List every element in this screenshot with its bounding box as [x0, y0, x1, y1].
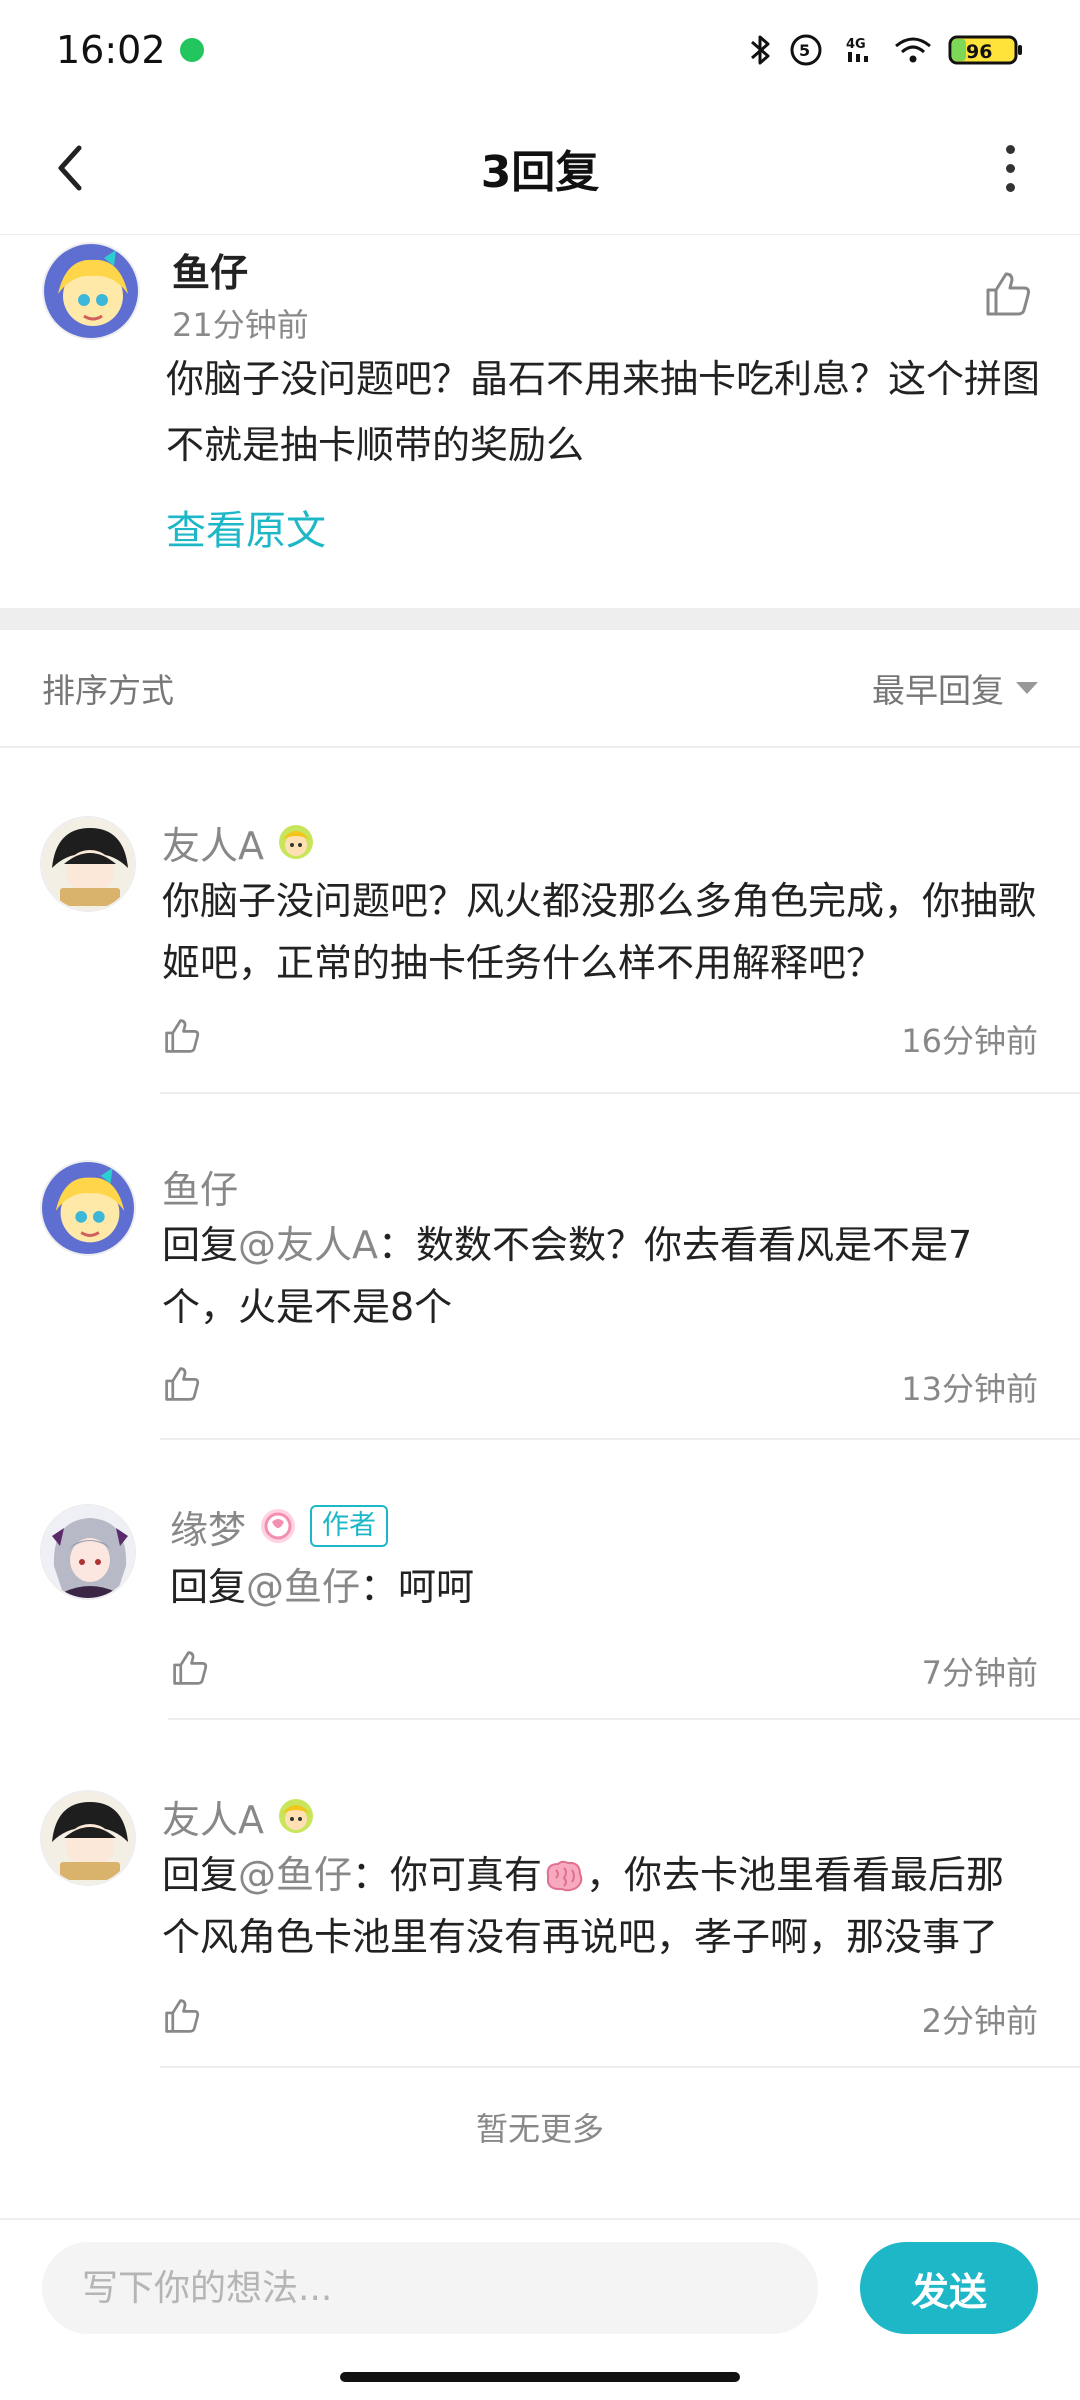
avatar[interactable] [40, 1160, 136, 1256]
reply-divider [168, 1718, 1080, 1720]
comment-timestamp: 21分钟前 [172, 306, 309, 344]
clock-text: 16:02 [56, 28, 166, 72]
more-dot-icon [1005, 182, 1015, 192]
reply-username[interactable]: 友人A [162, 816, 316, 868]
status-icons: 5 4G 96 [748, 32, 1024, 68]
avatar[interactable] [40, 1790, 136, 1886]
level-badge-icon [261, 1509, 296, 1543]
sort-selected-value: 最早回复 [872, 671, 1004, 710]
thumbs-up-icon [986, 272, 1030, 316]
mention-link[interactable]: @鱼仔 [238, 1853, 352, 1897]
chevron-left-icon [58, 145, 82, 191]
sort-row: 排序方式 最早回复 [0, 630, 1080, 748]
svg-text:4G: 4G [846, 37, 866, 52]
thumbs-up-icon [165, 1019, 200, 1053]
reply-item: 缘梦 作者 回复@鱼仔：呵呵 7分钟前 [0, 1500, 1080, 1720]
like-button[interactable] [162, 1996, 202, 2036]
status-bar: 16:02 5 4G 96 [0, 0, 1080, 100]
notification-dot-icon [179, 38, 204, 62]
avatar[interactable] [40, 1504, 136, 1600]
reply-username[interactable]: 友人A [162, 1790, 316, 1842]
nav-divider [0, 234, 1080, 235]
reply-item: 友人A 回复@鱼仔：你可真有 ，你去卡池里看看最后那个风角色卡池里有没有再说吧，孝… [0, 1790, 1080, 2070]
avatar[interactable] [40, 816, 136, 912]
cartoon-badge-icon [279, 1799, 313, 1833]
battery-level: 96 [966, 41, 992, 63]
brain-emoji-icon [546, 1860, 583, 1892]
like-button[interactable] [162, 1364, 202, 1404]
reply-prefix: 回复 [170, 1565, 247, 1609]
battery-icon: 96 [948, 35, 1022, 65]
signal-4g-icon: 4G [846, 37, 868, 62]
reply-item: 鱼仔 回复@友人A：数数不会数？你去看看风是不是7个，火是不是8个 13分钟前 [0, 1160, 1080, 1450]
reply-divider [160, 2066, 1080, 2068]
sort-dropdown[interactable]: 最早回复 [872, 664, 1038, 712]
home-indicator[interactable] [340, 2372, 740, 2382]
more-menu-button[interactable] [980, 138, 1040, 198]
comment-username[interactable]: 鱼仔 [172, 242, 248, 297]
reply-timestamp: 7分钟前 [921, 1654, 1038, 1692]
original-comment: 鱼仔 21分钟前 你脑子没问题吧？晶石不用来抽卡吃利息？这个拼图不就是抽卡顺带的… [0, 236, 1080, 606]
reply-text: 回复@鱼仔：呵呵 [170, 1556, 1050, 1618]
signal-5g-icon: 5 [790, 34, 822, 66]
like-button[interactable] [170, 1648, 210, 1688]
reply-text: 你脑子没问题吧？风火都没那么多角色完成，你抽歌姬吧，正常的抽卡任务什么样不用解释… [162, 879, 1037, 985]
reply-body: ：你可真有 [352, 1853, 543, 1897]
reply-text: 回复@鱼仔：你可真有 ，你去卡池里看看最后那个风角色卡池里有没有再说吧，孝子啊，那… [162, 1844, 1042, 1968]
bluetooth-icon [751, 35, 770, 65]
more-dot-icon [1005, 163, 1015, 173]
username-text: 友人A [162, 1797, 264, 1842]
view-original-link[interactable]: 查看原文 [166, 498, 326, 556]
no-more-text: 暂无更多 [475, 2110, 604, 2148]
nav-bar: 3回复 [0, 100, 1080, 235]
back-button[interactable] [40, 138, 100, 198]
avatar[interactable] [42, 242, 140, 340]
reply-divider [160, 1438, 1080, 1440]
avatar-image [42, 1506, 134, 1598]
avatar-image [44, 244, 138, 338]
like-button[interactable] [162, 1016, 202, 1056]
reply-text: 回复@友人A：数数不会数？你去看看风是不是7个，火是不是8个 [162, 1214, 1042, 1338]
status-time: 16:02 [56, 28, 204, 72]
reply-prefix: 回复 [162, 1223, 239, 1267]
reply-timestamp: 13分钟前 [901, 1370, 1038, 1408]
sort-label: 排序方式 [42, 671, 174, 710]
like-button[interactable] [982, 268, 1034, 320]
reply-timestamp: 2分钟前 [921, 2002, 1038, 2040]
comment-input[interactable] [42, 2242, 818, 2334]
mention-link[interactable]: @鱼仔 [246, 1565, 360, 1609]
wifi-icon [895, 37, 931, 63]
comment-bar: 发送 [0, 2220, 1080, 2350]
username-text: 友人A [162, 823, 264, 868]
reply-body: ：呵呵 [360, 1565, 475, 1609]
avatar-image [42, 1792, 134, 1884]
more-dot-icon [1005, 144, 1015, 154]
thumbs-up-icon [173, 1651, 208, 1685]
reply-item: 友人A 你脑子没问题吧？风火都没那么多角色完成，你抽歌姬吧，正常的抽卡任务什么样… [0, 816, 1080, 1106]
reply-username[interactable]: 缘梦 作者 [170, 1500, 389, 1552]
cartoon-badge-icon [279, 825, 313, 859]
caret-down-icon [1016, 682, 1038, 694]
mention-link[interactable]: @友人A [238, 1223, 378, 1267]
send-button[interactable]: 发送 [860, 2242, 1038, 2334]
comment-text: 你脑子没问题吧？晶石不用来抽卡吃利息？这个拼图不就是抽卡顺带的奖励么 [166, 357, 1041, 467]
section-divider [0, 608, 1080, 630]
reply-timestamp: 16分钟前 [901, 1022, 1038, 1060]
avatar-image [42, 818, 134, 910]
reply-username[interactable]: 鱼仔 [162, 1160, 238, 1212]
username-text: 鱼仔 [162, 1167, 239, 1212]
reply-prefix: 回复 [162, 1853, 239, 1897]
thumbs-up-icon [165, 1999, 200, 2033]
page-title: 3回复 [480, 146, 600, 198]
thumbs-up-icon [165, 1367, 200, 1401]
avatar-image [42, 1162, 134, 1254]
svg-text:5: 5 [799, 41, 810, 60]
author-tag: 作者 [310, 1505, 389, 1547]
username-text: 缘梦 [170, 1507, 247, 1552]
reply-divider [160, 1092, 1080, 1094]
